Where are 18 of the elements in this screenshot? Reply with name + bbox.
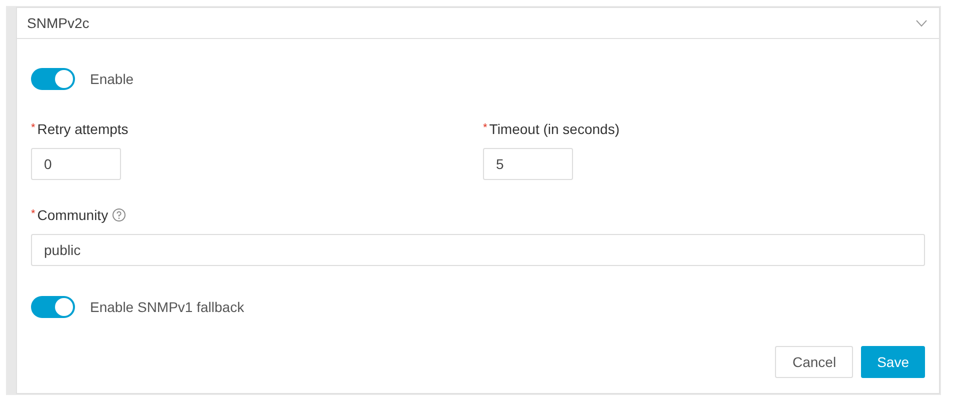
input-field[interactable]: public — [31, 234, 925, 266]
field-label: Community — [37, 206, 108, 225]
toggle-switch[interactable] — [31, 296, 75, 318]
field-label: Timeout (in seconds) — [489, 120, 620, 139]
cancel-button[interactable]: Cancel — [775, 346, 854, 378]
required-asterisk: * — [31, 207, 36, 222]
help-icon[interactable] — [112, 208, 126, 222]
select-value: SNMPv2c — [27, 14, 90, 32]
chevron-down-icon — [916, 20, 927, 26]
field-label: Retry attempts — [37, 120, 128, 139]
toggle-label: Enable SNMPv1 fallback — [90, 298, 244, 316]
version-select[interactable]: SNMPv2c — [17, 8, 939, 39]
required-asterisk: * — [483, 121, 488, 136]
input-field[interactable]: 5 — [483, 148, 573, 180]
input-field[interactable]: 0 — [31, 148, 121, 180]
toggle-label: Enable — [90, 70, 134, 88]
required-asterisk: * — [31, 121, 36, 136]
toggle-switch[interactable] — [31, 68, 75, 90]
